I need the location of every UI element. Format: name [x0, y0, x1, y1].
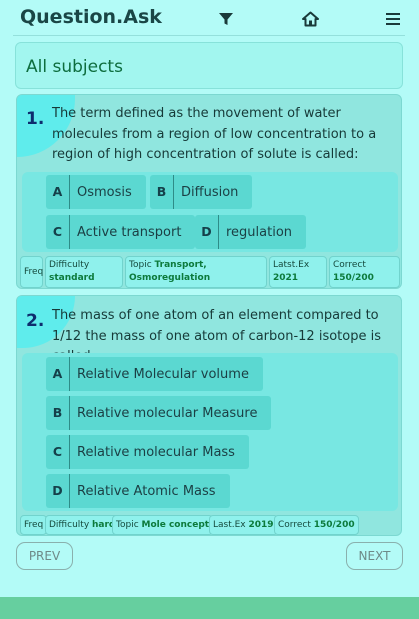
meta-difficulty-value: standard	[49, 273, 95, 283]
meta-topic-value: Mole concept	[141, 520, 210, 530]
filter-icon[interactable]	[217, 10, 235, 28]
meta-latest-value: 2021	[273, 273, 299, 283]
option-a[interactable]: A Relative Molecular volume	[46, 357, 263, 391]
hamburger-menu-icon[interactable]	[384, 10, 402, 28]
option-text: Relative molecular Mass	[77, 444, 235, 460]
option-text: Diffusion	[181, 184, 239, 200]
question-number: 2.	[26, 311, 45, 331]
question-text: The term defined as the movement of wate…	[52, 106, 377, 162]
next-button[interactable]: NEXT	[346, 542, 403, 570]
option-letter: C	[46, 215, 70, 249]
option-text: Relative Atomic Mass	[77, 483, 216, 499]
option-b[interactable]: B Diffusion	[150, 175, 253, 209]
home-icon[interactable]	[301, 10, 319, 28]
meta-freq: Freq	[20, 256, 43, 288]
option-d[interactable]: D Relative Atomic Mass	[46, 474, 230, 508]
meta-correct: Correct 150/200	[274, 515, 359, 535]
meta-difficulty-label: Difficulty	[49, 260, 90, 270]
option-text: Relative molecular Measure	[77, 405, 258, 421]
option-b[interactable]: B Relative molecular Measure	[46, 396, 272, 430]
option-text: regulation	[226, 224, 293, 240]
meta-correct-value: 150/200	[333, 273, 374, 283]
option-text: Relative Molecular volume	[77, 366, 249, 382]
meta-correct-label: Correct	[278, 520, 311, 530]
meta-correct: Correct 150/200	[329, 256, 400, 288]
meta-latest-label: Last.Ex	[213, 520, 246, 530]
question-meta: Freq Difficulty hard Topic Mole concept …	[20, 515, 400, 535]
meta-difficulty-label: Difficulty	[49, 520, 90, 530]
subject-selector[interactable]: All subjects	[15, 42, 403, 89]
footer-bar	[0, 597, 419, 619]
option-a[interactable]: A Osmosis	[46, 175, 146, 209]
question-number: 1.	[26, 109, 45, 129]
app-brand[interactable]: Question.Ask	[20, 6, 162, 28]
option-letter: B	[150, 175, 174, 209]
option-text: Active transport	[77, 224, 182, 240]
question-meta: Freq Difficulty standard Topic Transport…	[20, 256, 400, 288]
option-c[interactable]: C Active transport	[46, 215, 196, 249]
meta-topic: Topic Mole concept	[112, 515, 214, 535]
option-letter: D	[195, 215, 219, 249]
question-card-1: 1. The term defined as the movement of w…	[16, 94, 402, 289]
option-letter: B	[46, 396, 70, 430]
subject-label: All subjects	[26, 57, 123, 77]
option-text: Osmosis	[77, 184, 132, 200]
meta-difficulty: Difficulty hard	[45, 515, 120, 535]
top-divider	[13, 35, 405, 36]
meta-topic-label: Topic	[129, 260, 152, 270]
options-area: A Osmosis B Diffusion C Active transport…	[22, 172, 398, 252]
option-letter: C	[46, 435, 70, 469]
meta-topic: Topic Transport, Osmoregulation	[125, 256, 267, 288]
top-bar: Question.Ask	[0, 0, 419, 36]
options-area: A Relative Molecular volume B Relative m…	[22, 353, 398, 511]
meta-difficulty: Difficulty standard	[45, 256, 123, 288]
prev-button[interactable]: PREV	[16, 542, 73, 570]
meta-latest-exam: Latst.Ex 2021	[269, 256, 327, 288]
option-letter: A	[46, 357, 70, 391]
meta-latest-exam: Last.Ex 2019	[209, 515, 278, 535]
option-d[interactable]: D regulation	[195, 215, 307, 249]
meta-topic-label: Topic	[116, 520, 139, 530]
option-c[interactable]: C Relative molecular Mass	[46, 435, 249, 469]
meta-correct-label: Correct	[333, 260, 366, 270]
meta-freq: Freq	[20, 515, 48, 535]
meta-latest-value: 2019	[248, 520, 274, 530]
meta-correct-value: 150/200	[313, 520, 355, 530]
meta-latest-label: Latst.Ex	[273, 260, 310, 270]
option-letter: D	[46, 474, 70, 508]
option-letter: A	[46, 175, 70, 209]
question-card-2: 2. The mass of one atom of an element co…	[16, 295, 402, 536]
